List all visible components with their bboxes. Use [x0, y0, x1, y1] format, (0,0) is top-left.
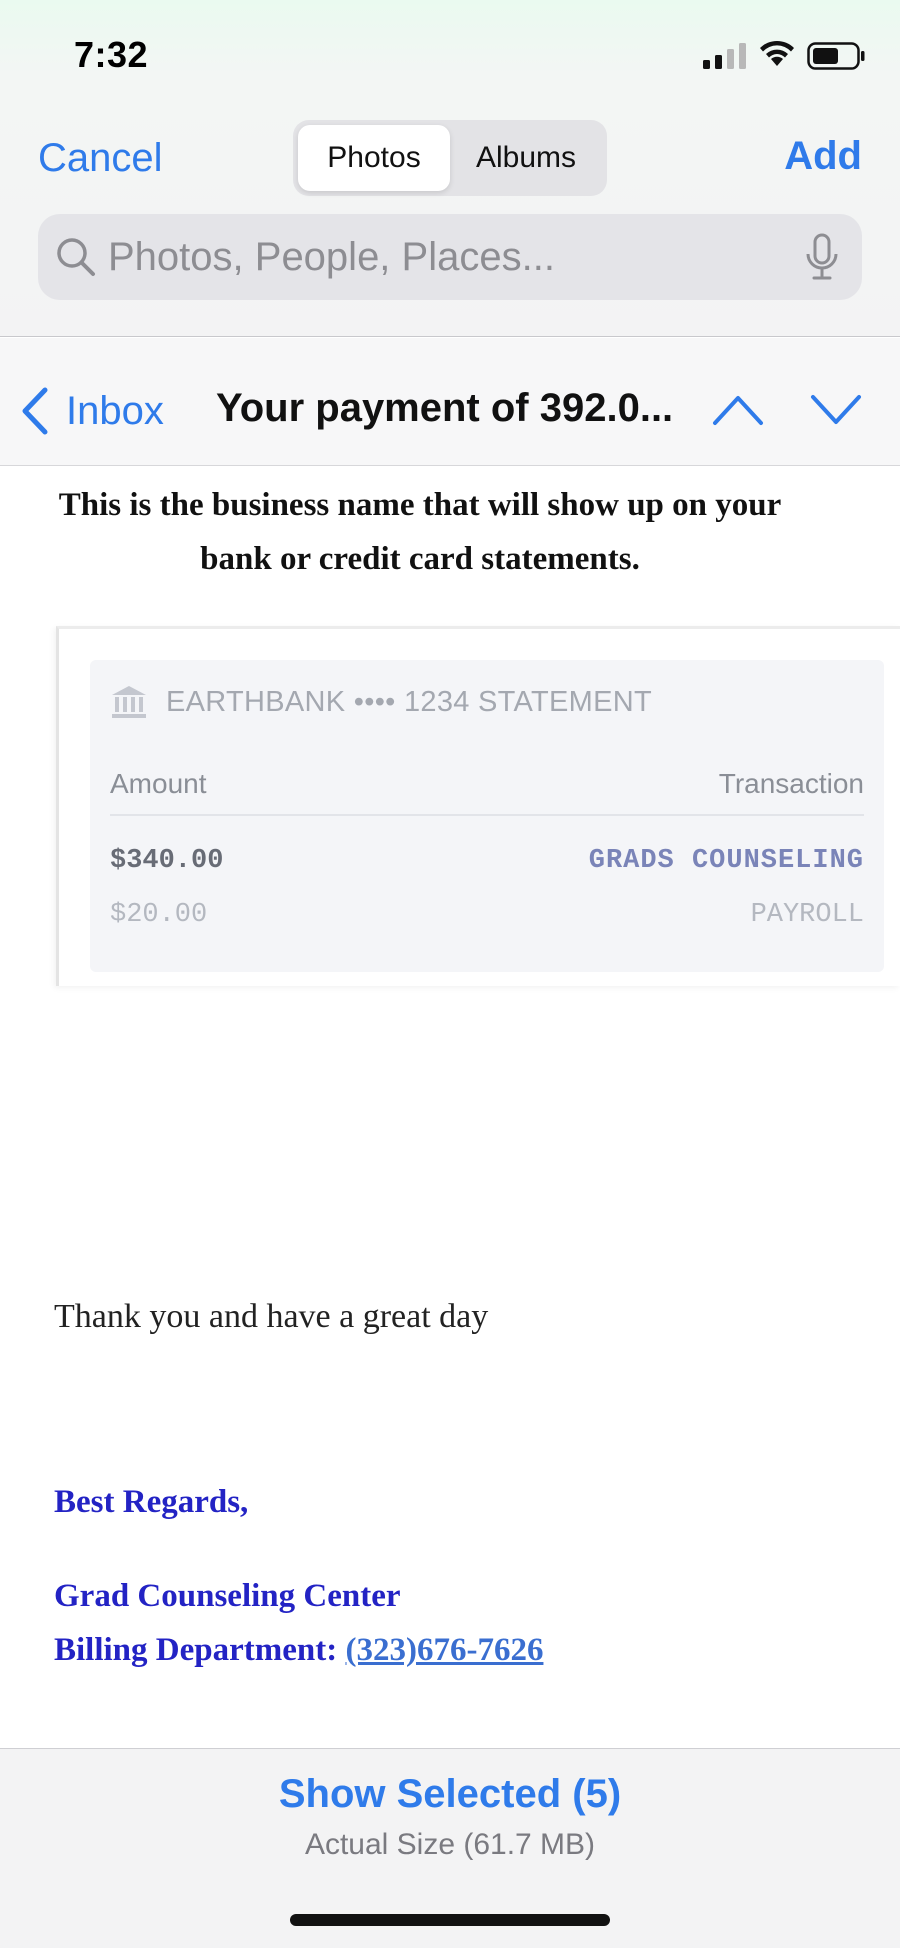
chevron-up-icon[interactable] [712, 391, 764, 429]
add-button[interactable]: Add [784, 134, 862, 179]
mail-subject: Your payment of 392.0... [216, 386, 674, 430]
search-input[interactable] [98, 234, 804, 280]
thanks-text: Thank you and have a great day [54, 1298, 489, 1335]
column-header-transaction: Transaction [718, 768, 864, 799]
chevron-down-icon[interactable] [810, 391, 862, 429]
wifi-icon [760, 40, 794, 66]
email-intro-text: This is the business name that will show… [58, 487, 782, 577]
back-label: Inbox [66, 388, 164, 433]
transaction-amount: $340.00 [110, 846, 224, 876]
column-header-amount: Amount [110, 768, 207, 799]
phone-link[interactable]: (323)676-7626 [345, 1632, 543, 1668]
bank-icon [112, 686, 146, 718]
bank-statement-header: EARTHBANK •••• 1234 STATEMENT [110, 684, 652, 720]
tab-albums[interactable]: Albums [450, 125, 602, 191]
cancel-button[interactable]: Cancel [38, 136, 163, 181]
company-name: Grad Counseling Center [54, 1578, 401, 1614]
home-indicator[interactable] [290, 1914, 610, 1926]
bank-statement-label: EARTHBANK •••• 1234 STATEMENT [166, 685, 653, 718]
tab-photos[interactable]: Photos [298, 125, 450, 191]
chevron-left-icon [22, 387, 48, 435]
inbox-back-button[interactable]: Inbox [20, 384, 164, 438]
status-time: 7:32 [74, 34, 149, 75]
transaction-name: PAYROLL [750, 900, 864, 930]
statement-divider [110, 814, 864, 816]
photos-albums-segmented-control: Photos Albums [293, 120, 607, 196]
show-selected-button[interactable]: Show Selected (5) [0, 1772, 900, 1817]
search-bar [38, 214, 862, 300]
search-icon [57, 238, 95, 276]
actual-size-label: Actual Size (61.7 MB) [304, 1828, 596, 1861]
microphone-icon[interactable] [804, 232, 840, 282]
transaction-name: GRADS COUNSELING [588, 846, 864, 876]
cellular-signal-icon [703, 43, 746, 69]
billing-label: Billing Department: [54, 1632, 338, 1668]
billing-line: Billing Department: (323)676-7626 [54, 1632, 543, 1669]
regards-text: Best Regards, [54, 1484, 249, 1520]
transaction-amount: $20.00 [110, 900, 208, 930]
battery-icon [807, 42, 865, 70]
